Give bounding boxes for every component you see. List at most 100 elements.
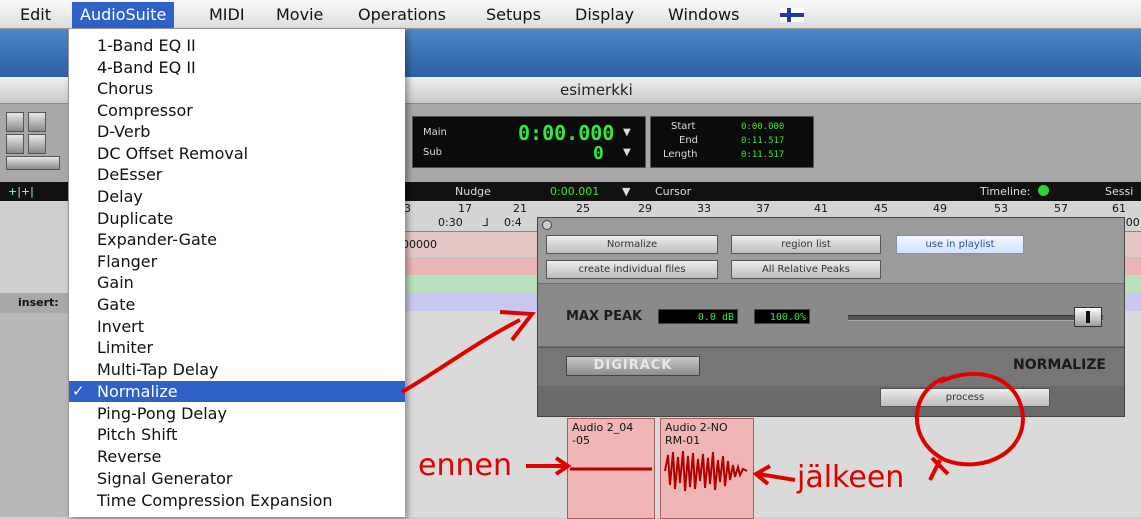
max-peak-slider[interactable]: [848, 315, 1103, 321]
audiosuite-menu: 1-Band EQ II 4-Band EQ II Chorus Compres…: [68, 29, 405, 517]
menu-item-flanger[interactable]: Flanger: [69, 251, 405, 272]
menu-midi[interactable]: MIDI: [209, 5, 245, 24]
dropdown-arrow-icon[interactable]: ▼: [623, 147, 631, 158]
menu-item-4-band-eq[interactable]: 4-Band EQ II: [69, 57, 405, 78]
plugin-name-logo: NORMALIZE: [1012, 357, 1106, 373]
digirack-logo: DIGIRACK: [566, 356, 700, 376]
db-value-display[interactable]: 0.0 dB: [658, 309, 738, 324]
main-label: Main: [423, 127, 447, 138]
clip-name: Audio 2-NO RM-01: [665, 421, 728, 447]
ruler-time: 0:4: [504, 216, 522, 229]
menu-audiosuite[interactable]: AudioSuite: [72, 2, 175, 28]
audio-clip-before[interactable]: Audio 2_04 -05: [567, 418, 655, 519]
menu-item-label: Ping-Pong Delay: [97, 404, 227, 423]
sub-counter-value[interactable]: 0: [593, 143, 604, 164]
menu-item-label: Compressor: [97, 101, 193, 120]
sub-label: Sub: [423, 147, 443, 158]
menu-item-gate[interactable]: Gate: [69, 294, 405, 315]
process-button[interactable]: process: [880, 388, 1050, 407]
menu-item-signal-generator[interactable]: Signal Generator: [69, 468, 405, 489]
plugin-select-button[interactable]: Normalize: [546, 235, 718, 254]
create-individual-files-button[interactable]: create individual files: [546, 260, 718, 279]
slider-thumb[interactable]: [1074, 307, 1102, 327]
waveform-normalized-icon: [664, 450, 748, 492]
menu-item-label: 1-Band EQ II: [97, 36, 196, 55]
tool-icon[interactable]: +|+|: [8, 185, 34, 198]
audio-clip-after[interactable]: Audio 2-NO RM-01: [660, 418, 754, 519]
zoom-button[interactable]: [28, 134, 46, 154]
ruler-bar: 41: [814, 202, 828, 215]
ruler-marker-icon: ᒧ: [482, 216, 489, 229]
waveform-flat-icon: [570, 467, 652, 471]
edit-tools: [0, 110, 70, 174]
menu-item-expander-gate[interactable]: Expander-Gate: [69, 229, 405, 250]
checkmark-icon: ✓: [72, 382, 85, 400]
menu-item-label: Invert: [97, 317, 145, 336]
menu-setups[interactable]: Setups: [486, 5, 541, 24]
plugin-controls: MAX PEAK 0.0 dB 100.0%: [538, 284, 1124, 346]
menu-item-duplicate[interactable]: Duplicate: [69, 208, 405, 229]
menu-item-invert[interactable]: Invert: [69, 316, 405, 337]
menu-item-pitch-shift[interactable]: Pitch Shift: [69, 424, 405, 445]
length-label: Length: [663, 149, 698, 160]
menu-display[interactable]: Display: [575, 5, 634, 24]
annotation-before: ennen: [418, 448, 512, 483]
menu-item-label: Signal Generator: [97, 469, 233, 488]
all-relative-peaks-button[interactable]: All Relative Peaks: [731, 260, 881, 279]
end-label: End: [679, 135, 699, 146]
mode-button[interactable]: [6, 156, 60, 170]
menu-item-label: Gate: [97, 295, 136, 314]
nudge-value[interactable]: 0:00.001: [550, 185, 599, 198]
ruler-bar: 53: [994, 202, 1008, 215]
menu-item-delay[interactable]: Delay: [69, 186, 405, 207]
menu-item-chorus[interactable]: Chorus: [69, 78, 405, 99]
plugin-header: Normalize region list use in playlist cr…: [538, 218, 1124, 283]
percent-value-display[interactable]: 100.0%: [754, 309, 810, 324]
start-value[interactable]: 0:00.000: [741, 122, 784, 132]
timeline-label: Timeline:: [980, 185, 1031, 198]
menu-bar: Edit AudioSuite MIDI Movie Operations Se…: [0, 0, 1141, 29]
menu-item-deesser[interactable]: DeEsser: [69, 164, 405, 185]
menu-item-label: Multi-Tap Delay: [97, 360, 219, 379]
menu-item-normalize[interactable]: ✓ Normalize: [69, 381, 405, 402]
close-icon[interactable]: [542, 220, 552, 230]
menu-item-label: Gain: [97, 273, 134, 292]
menu-item-gain[interactable]: Gain: [69, 272, 405, 293]
main-counter-value[interactable]: 0:00.000: [518, 121, 614, 145]
menu-item-dc-offset-removal[interactable]: DC Offset Removal: [69, 143, 405, 164]
finnish-flag-icon[interactable]: [780, 8, 804, 22]
menu-operations[interactable]: Operations: [358, 5, 446, 24]
menu-item-label: Limiter: [97, 338, 154, 357]
menu-item-ping-pong-delay[interactable]: Ping-Pong Delay: [69, 403, 405, 424]
menu-item-reverse[interactable]: Reverse: [69, 446, 405, 467]
ruler-bar: 33: [697, 202, 711, 215]
menu-windows[interactable]: Windows: [668, 5, 739, 24]
menu-item-label: 4-Band EQ II: [97, 58, 196, 77]
clip-name: Audio 2_04 -05: [572, 421, 634, 447]
menu-movie[interactable]: Movie: [276, 5, 323, 24]
use-in-playlist-button[interactable]: use in playlist: [896, 235, 1024, 254]
menu-item-compressor[interactable]: Compressor: [69, 100, 405, 121]
dropdown-arrow-icon[interactable]: ▼: [623, 127, 631, 138]
menu-item-limiter[interactable]: Limiter: [69, 337, 405, 358]
ruler-bar: 45: [874, 202, 888, 215]
menu-item-label: Delay: [97, 187, 143, 206]
main-counter: Main 0:00.000 ▼ Sub 0 ▼: [412, 116, 646, 168]
zoom-button[interactable]: [28, 112, 46, 132]
ruler-bar: 49: [933, 202, 947, 215]
region-list-button[interactable]: region list: [731, 235, 881, 254]
menu-item-multi-tap-delay[interactable]: Multi-Tap Delay: [69, 359, 405, 380]
dropdown-arrow-icon[interactable]: ▼: [622, 185, 630, 198]
length-value[interactable]: 0:11.517: [741, 150, 784, 160]
menu-item-1-band-eq[interactable]: 1-Band EQ II: [69, 35, 405, 56]
session-label: Sessi: [1105, 185, 1134, 198]
zoom-button[interactable]: [6, 112, 24, 132]
menu-item-time-compression-expansion[interactable]: Time Compression Expansion: [69, 490, 405, 511]
menu-edit[interactable]: Edit: [20, 5, 51, 24]
end-value[interactable]: 0:11.517: [741, 136, 784, 146]
menu-item-d-verb[interactable]: D-Verb: [69, 121, 405, 142]
normalize-plugin-window: Normalize region list use in playlist cr…: [537, 217, 1125, 417]
zoom-button[interactable]: [6, 134, 24, 154]
timeline-indicator-icon[interactable]: [1038, 185, 1049, 196]
menu-item-label: Flanger: [97, 252, 158, 271]
